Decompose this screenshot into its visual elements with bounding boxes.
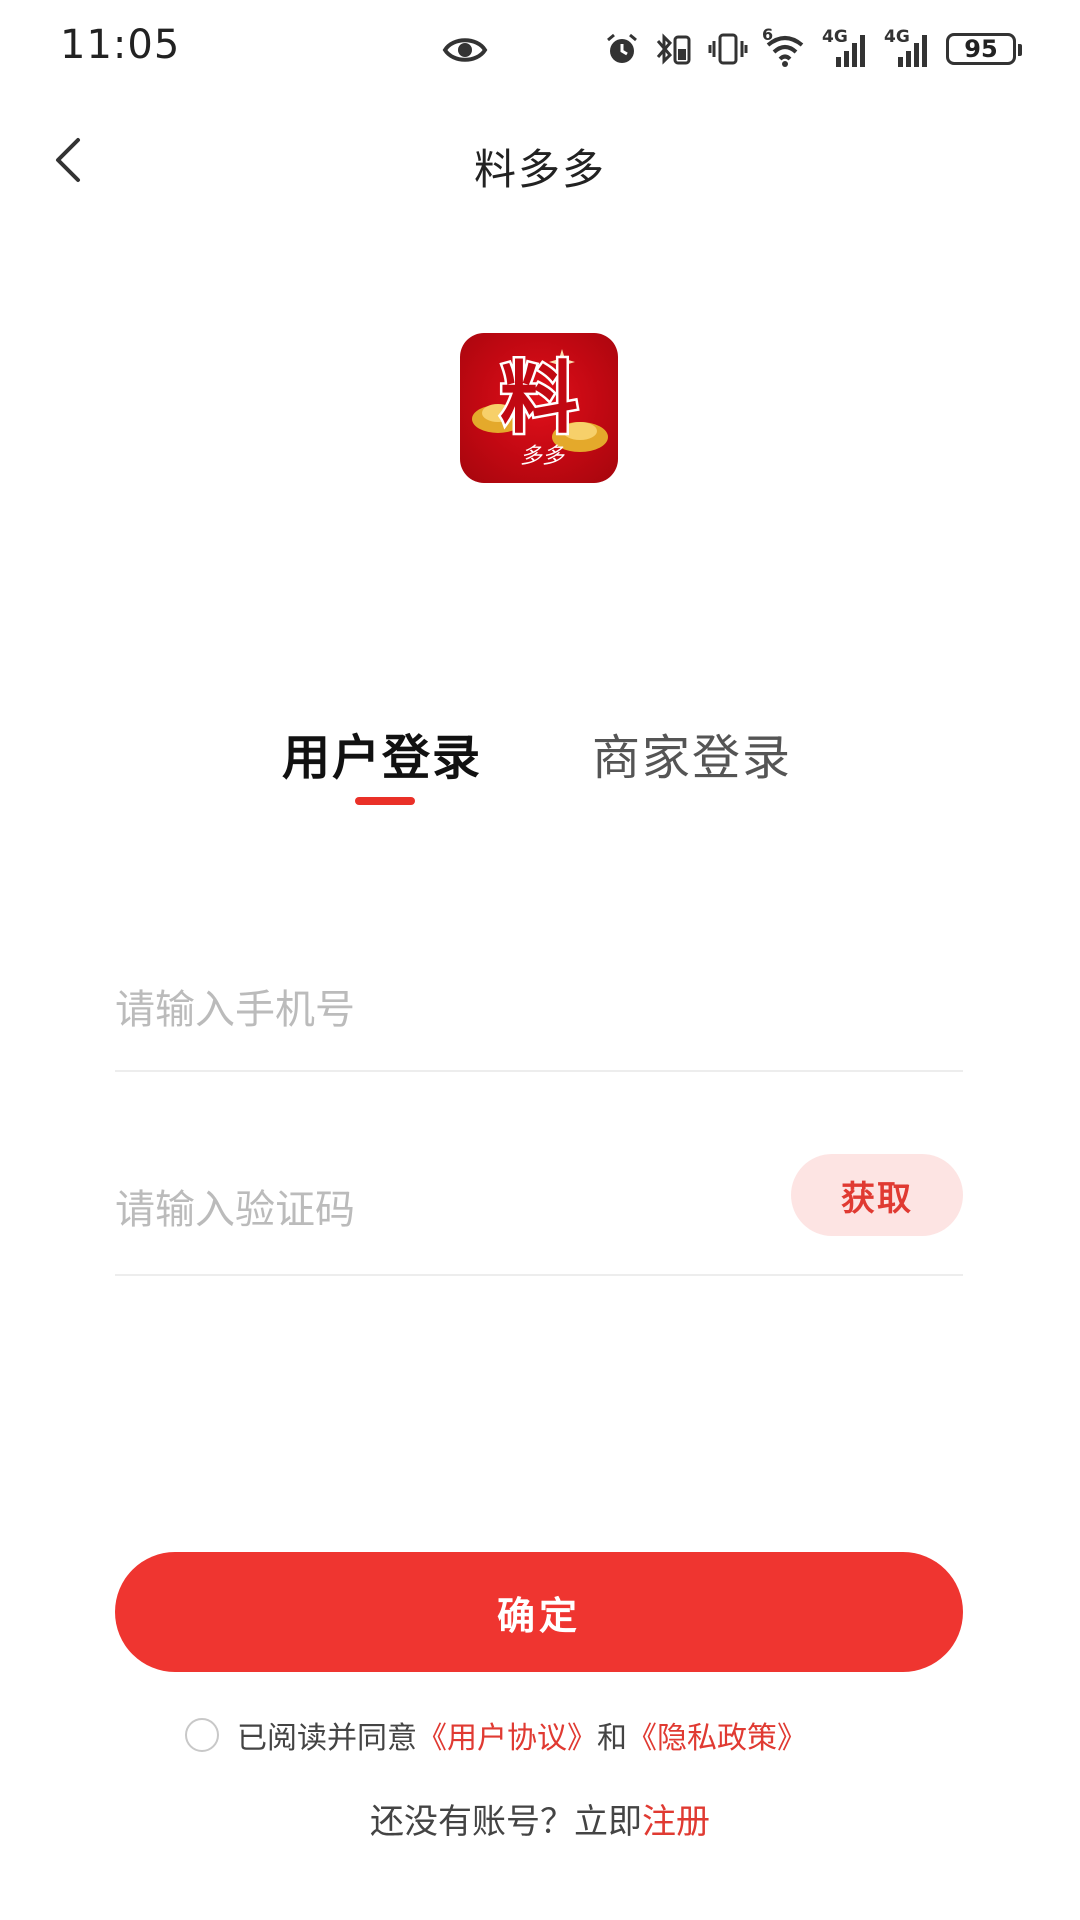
logo-image: 料 多多 <box>472 349 608 469</box>
tab-merchant-login[interactable]: 商家登录 <box>592 718 792 788</box>
agreement-line: 已阅读并同意 《用户协议》 和 《隐私政策》 <box>185 1714 807 1756</box>
battery-icon: 95 <box>946 33 1022 65</box>
status-bar: 11:05 6 4G 4G 95 <box>0 0 1080 100</box>
app-logo: 料 多多 <box>460 333 618 483</box>
title-bar: 料多多 <box>0 100 1080 224</box>
privacy-policy-link[interactable]: 《隐私政策》 <box>627 1713 807 1757</box>
signal-icon <box>898 35 927 67</box>
tab-active-indicator <box>355 797 415 805</box>
agreement-prefix: 已阅读并同意 <box>237 1721 417 1756</box>
register-link[interactable]: 注册 <box>642 1802 710 1842</box>
wifi-badge: 6 <box>762 25 774 44</box>
verification-code-input[interactable] <box>115 1170 675 1250</box>
user-agreement-link[interactable]: 《用户协议》 <box>417 1713 597 1757</box>
logo-subtext: 多多 <box>520 444 565 469</box>
alarm-icon <box>607 33 637 63</box>
status-time: 11:05 <box>60 22 181 68</box>
confirm-button[interactable]: 确定 <box>115 1552 963 1672</box>
wifi-indicator: 6 <box>762 25 808 69</box>
phone-input[interactable] <box>115 970 675 1050</box>
bluetooth-battery-icon <box>656 33 691 65</box>
get-code-button[interactable]: 获取 <box>791 1154 963 1236</box>
page-title: 料多多 <box>473 145 606 194</box>
status-icons: 6 4G 4G 95 <box>604 25 1022 72</box>
vibrate-icon <box>708 33 748 65</box>
logo-char: 料 <box>500 354 578 444</box>
signal-2: 4G <box>884 27 932 69</box>
register-line: 还没有账号？立即注册 <box>0 1794 1080 1843</box>
signal-icon <box>836 35 865 67</box>
signal-1: 4G <box>822 27 870 69</box>
eye-comfort-icon <box>442 38 488 62</box>
tab-user-login[interactable]: 用户登录 <box>282 718 482 788</box>
register-prefix: 还没有账号？立即 <box>370 1802 642 1842</box>
phone-input-row <box>115 950 963 1072</box>
agreement-checkbox[interactable] <box>185 1718 219 1752</box>
agreement-and: 和 <box>597 1721 627 1756</box>
code-input-row: 获取 <box>115 1150 963 1276</box>
